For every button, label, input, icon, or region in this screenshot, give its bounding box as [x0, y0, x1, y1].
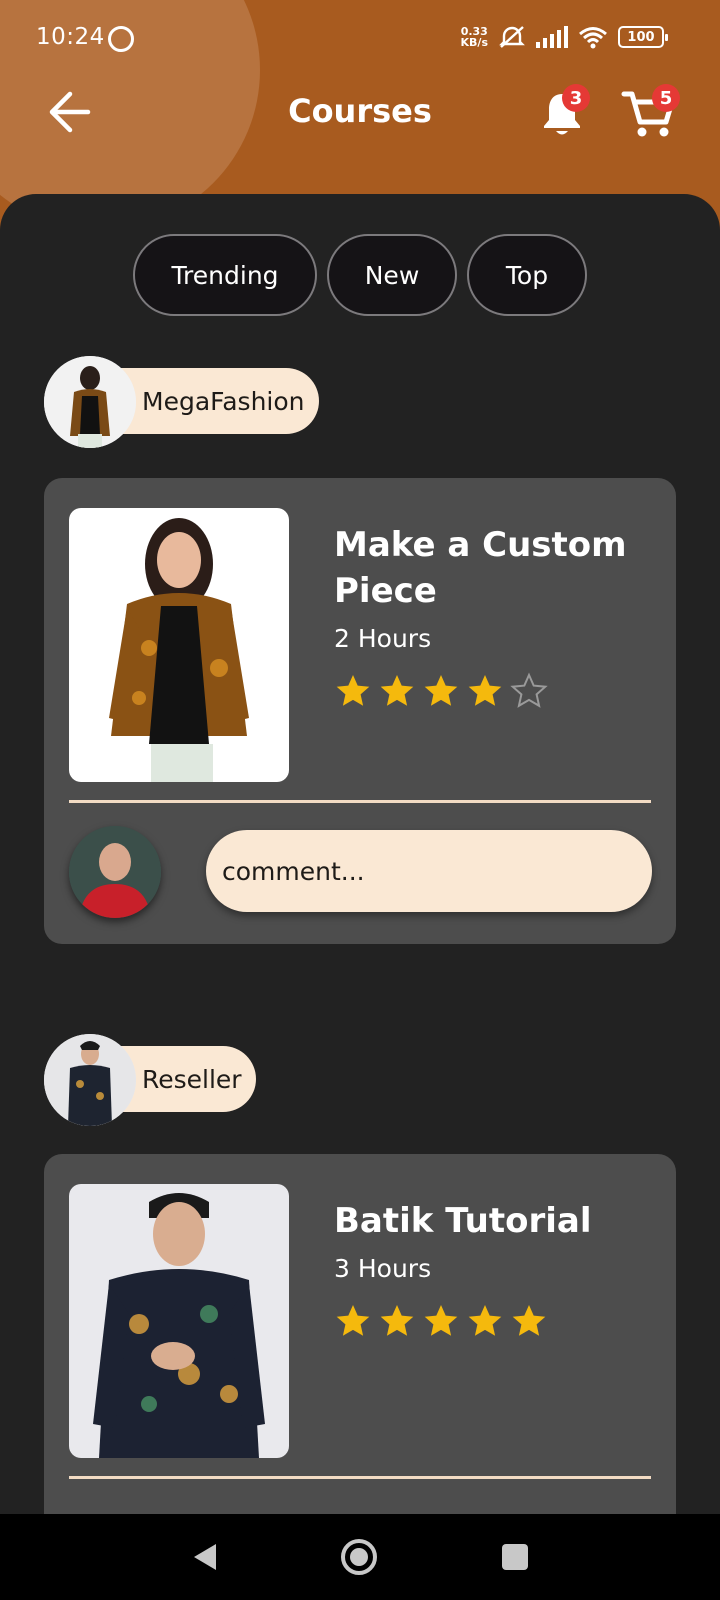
whatsapp-icon — [108, 26, 134, 52]
star-filled-icon — [380, 675, 414, 706]
star-filled-icon — [468, 675, 502, 706]
tab-top[interactable]: Top — [467, 234, 587, 316]
status-icons: 0.33 KB/s 100 — [461, 24, 668, 50]
star-filled-icon — [380, 1305, 414, 1336]
tab-trending[interactable]: Trending — [133, 234, 317, 316]
course-card[interactable]: Make a Custom Piece 2 Hours — [44, 478, 676, 944]
wifi-icon — [579, 27, 607, 49]
status-bar: 10:24 0.33 KB/s 100 — [0, 0, 720, 80]
nav-recents-icon[interactable] — [502, 1544, 528, 1570]
star-filled-icon — [512, 1305, 546, 1336]
author-chip[interactable]: MegaFashion — [44, 356, 324, 448]
battery-indicator: 100 — [618, 26, 668, 48]
network-speed: 0.33 KB/s — [461, 26, 488, 48]
notification-count-badge: 3 — [562, 84, 590, 112]
commenter-avatar — [69, 826, 161, 918]
battery-level: 100 — [627, 29, 655, 45]
comment-input[interactable] — [206, 830, 652, 912]
star-filled-icon — [468, 1305, 502, 1336]
author-chip[interactable]: Reseller — [44, 1034, 264, 1126]
course-duration: 3 Hours — [334, 1254, 432, 1283]
system-navigation-bar — [0, 1514, 720, 1600]
network-speed-unit: KB/s — [460, 36, 488, 49]
card-divider — [69, 1476, 651, 1479]
course-title: Make a Custom Piece — [334, 525, 627, 611]
tab-new[interactable]: New — [327, 234, 457, 316]
author-avatar — [44, 356, 136, 448]
card-divider — [69, 800, 651, 803]
content-panel: Trending New Top MegaFashion Make a Cust… — [0, 194, 720, 1514]
course-thumbnail — [69, 508, 289, 782]
star-filled-icon — [424, 1305, 458, 1336]
nav-home-icon[interactable] — [340, 1538, 378, 1576]
author-avatar — [44, 1034, 136, 1126]
star-filled-icon — [424, 675, 458, 706]
rating-stars — [334, 1302, 548, 1340]
course-title: Batik Tutorial — [334, 1201, 592, 1241]
course-thumbnail — [69, 1184, 289, 1458]
course-duration: 2 Hours — [334, 624, 432, 653]
rating-stars — [334, 672, 548, 710]
star-filled-icon — [336, 675, 370, 706]
signal-icon — [536, 26, 568, 48]
nav-back-icon[interactable] — [190, 1542, 220, 1572]
filter-tabs: Trending New Top — [0, 234, 720, 316]
star-filled-icon — [336, 1305, 370, 1336]
vibrate-mute-icon — [499, 26, 525, 48]
status-time: 10:24 — [36, 24, 105, 50]
page-title: Courses — [288, 92, 432, 130]
course-card[interactable]: Batik Tutorial 3 Hours — [44, 1154, 676, 1514]
star-empty-icon — [510, 672, 548, 708]
cart-count-badge: 5 — [652, 84, 680, 112]
